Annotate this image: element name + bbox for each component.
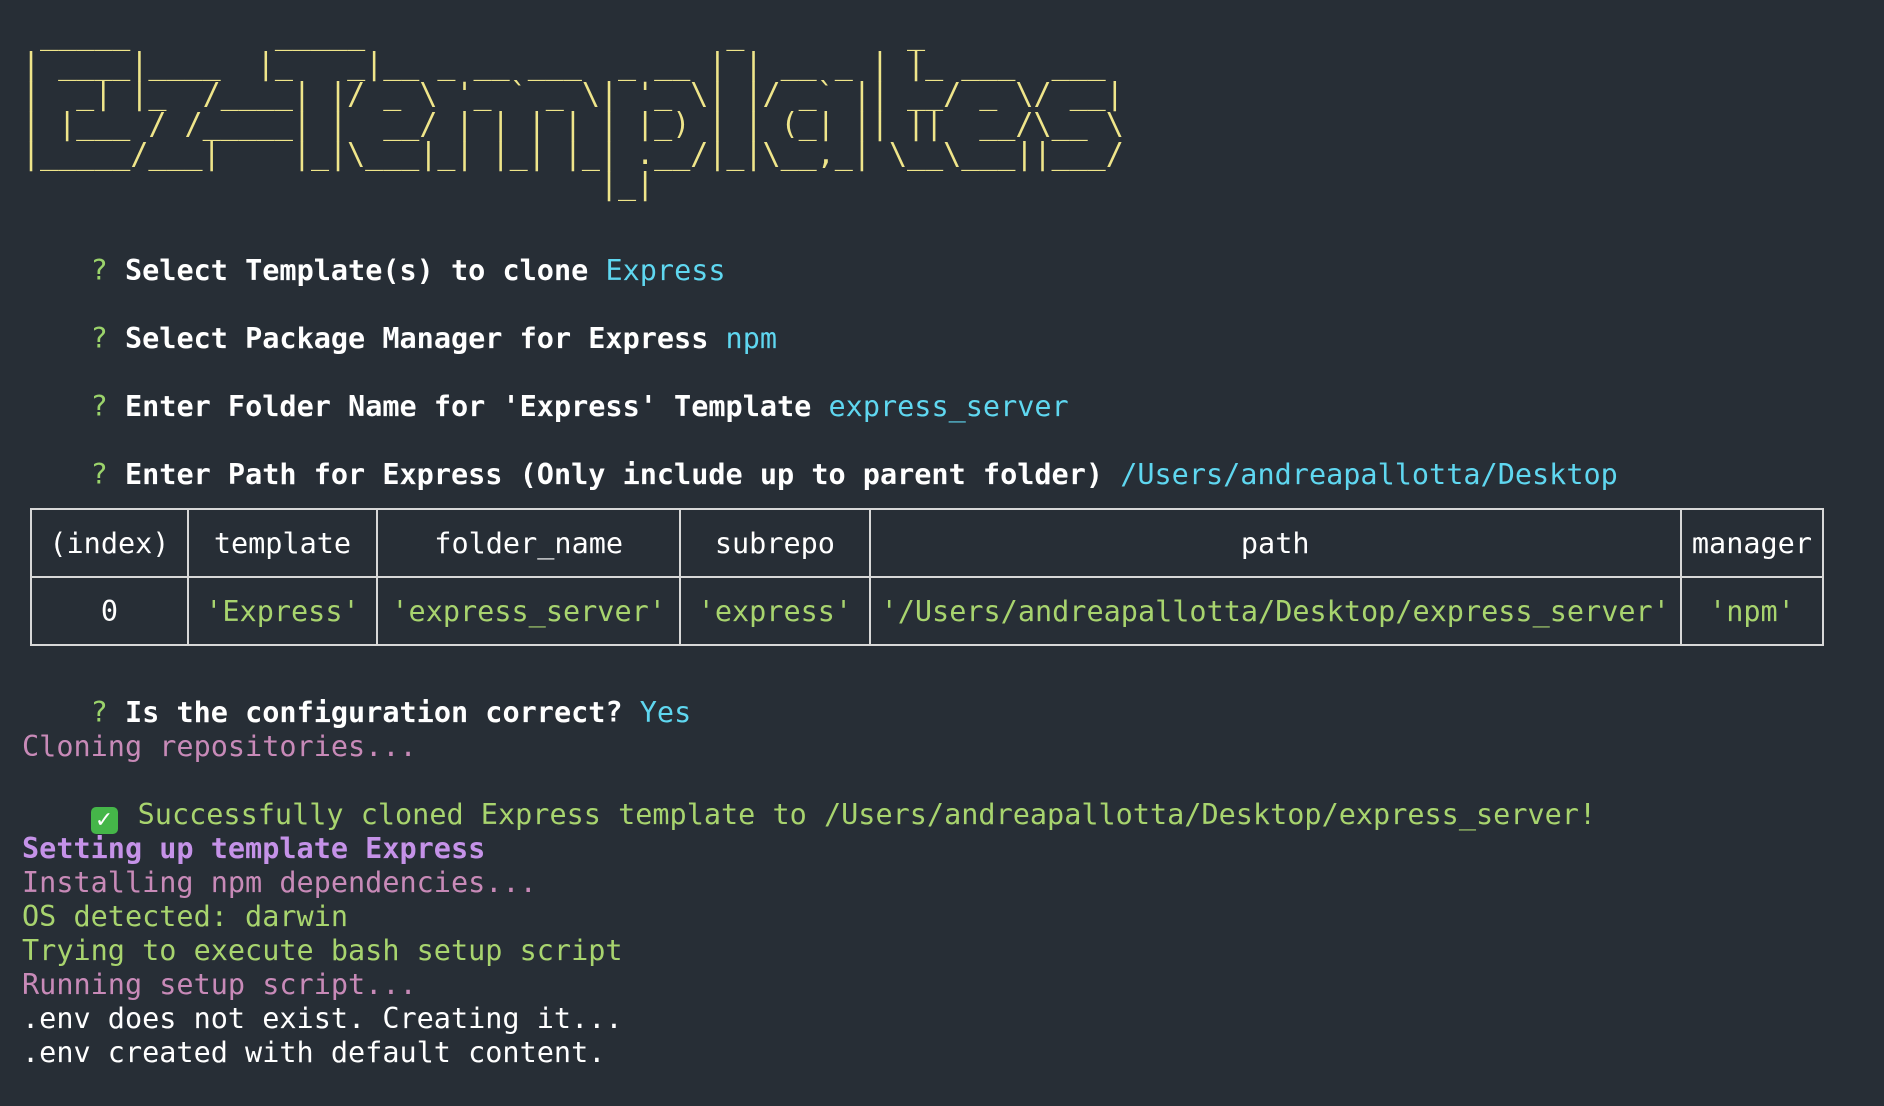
prompt-question: Select Package Manager for Express bbox=[124, 322, 709, 355]
prompt-marker: ? bbox=[90, 390, 108, 423]
log-installing: Installing npm dependencies... bbox=[22, 866, 537, 899]
table-row: 0 'Express' 'express_server' 'express' '… bbox=[30, 576, 1825, 646]
log-success-text: Successfully cloned Express template to … bbox=[137, 798, 1597, 831]
log-os-detected: OS detected: darwin bbox=[22, 900, 349, 933]
log-env-created: .env created with default content. bbox=[22, 1036, 606, 1069]
cell-path: '/Users/andreapallotta/Desktop/express_s… bbox=[868, 576, 1682, 646]
prompt-question: Enter Path for Express (Only include up … bbox=[124, 458, 1104, 491]
column-header-folder-name: folder_name bbox=[376, 508, 682, 578]
prompt-path: ? Enter Path for Express (Only include u… bbox=[22, 424, 1618, 491]
prompt-question: Select Template(s) to clone bbox=[124, 254, 589, 287]
prompt-question: Enter Folder Name for 'Express' Template bbox=[124, 390, 812, 423]
log-success: ✓ Successfully cloned Express template to… bbox=[22, 764, 1596, 834]
prompt-marker: ? bbox=[90, 696, 108, 729]
cell-template: 'Express' bbox=[186, 576, 379, 646]
config-table: (index) template folder_name subrepo pat… bbox=[30, 508, 1825, 646]
log-cloning: Cloning repositories... bbox=[22, 730, 417, 763]
column-header-path: path bbox=[868, 508, 1682, 578]
cell-folder-name: 'express_server' bbox=[376, 576, 682, 646]
terminal-window: _____ _____ _ _ | ____|____ |_ _|__ _ __… bbox=[0, 0, 1884, 1106]
check-mark-icon: ✓ bbox=[90, 807, 118, 834]
prompt-answer: express_server bbox=[828, 390, 1069, 423]
prompt-answer: /Users/andreapallotta/Desktop bbox=[1120, 458, 1618, 491]
log-setup-heading: Setting up template Express bbox=[22, 832, 486, 865]
column-header-manager: manager bbox=[1679, 508, 1825, 578]
table-header-row: (index) template folder_name subrepo pat… bbox=[30, 508, 1825, 578]
column-header-template: template bbox=[186, 508, 379, 578]
log-trying: Trying to execute bash setup script bbox=[22, 934, 623, 967]
prompt-marker: ? bbox=[90, 458, 108, 491]
prompt-folder-name: ? Enter Folder Name for 'Express' Templa… bbox=[22, 356, 1069, 423]
log-env-missing: .env does not exist. Creating it... bbox=[22, 1002, 623, 1035]
prompt-confirm: ? Is the configuration correct? Yes bbox=[22, 662, 692, 729]
prompt-marker: ? bbox=[90, 322, 108, 355]
column-header-subrepo: subrepo bbox=[679, 508, 871, 578]
prompt-marker: ? bbox=[90, 254, 108, 287]
prompt-answer: npm bbox=[725, 322, 778, 355]
log-running: Running setup script... bbox=[22, 968, 417, 1001]
prompt-answer: Express bbox=[605, 254, 726, 287]
ascii-banner: _____ _____ _ _ | ____|____ |_ _|__ _ __… bbox=[22, 17, 1124, 202]
prompt-select-template: ? Select Template(s) to clone Express bbox=[22, 220, 726, 287]
prompt-question: Is the configuration correct? bbox=[124, 696, 623, 729]
cell-subrepo: 'express' bbox=[679, 576, 871, 646]
cell-index: 0 bbox=[30, 576, 189, 646]
column-header-index: (index) bbox=[30, 508, 189, 578]
prompt-package-manager: ? Select Package Manager for Express npm bbox=[22, 288, 777, 355]
prompt-answer: Yes bbox=[639, 696, 692, 729]
cell-manager: 'npm' bbox=[1679, 576, 1825, 646]
